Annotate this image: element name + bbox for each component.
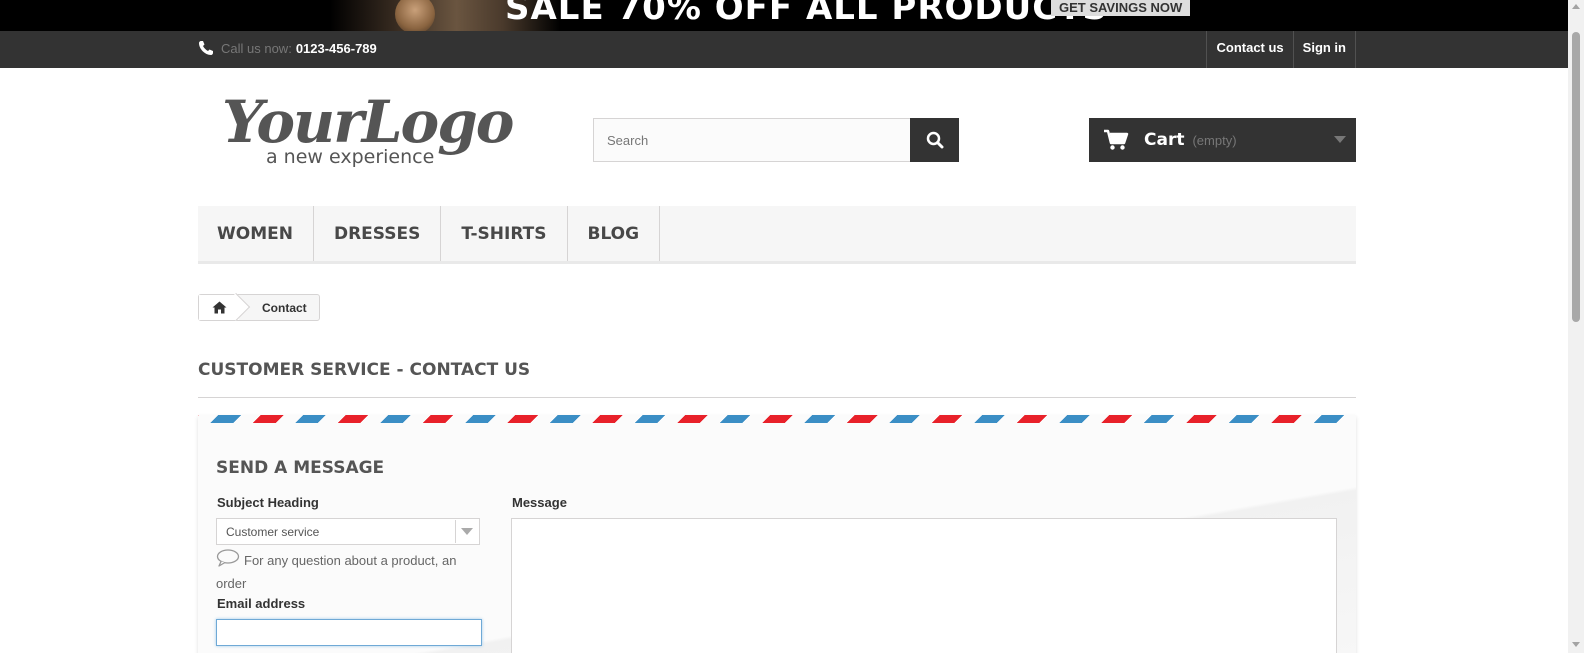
subject-select-value: Customer service xyxy=(226,525,320,539)
site-logo[interactable]: YourLogo a new experience xyxy=(222,88,514,173)
scroll-down-arrow-icon[interactable] xyxy=(1572,642,1580,647)
top-nav-bar: Call us now: 0123-456-789 Contact us Sig… xyxy=(0,31,1568,68)
cart-label: Cart xyxy=(1144,130,1185,150)
menu-item-blog[interactable]: BLOG xyxy=(568,206,661,261)
email-address-label: Email address xyxy=(217,596,306,611)
home-icon xyxy=(212,301,226,314)
breadcrumb: Contact xyxy=(198,294,320,321)
form-title: SEND A MESSAGE xyxy=(216,458,385,478)
phone-info: Call us now: 0123-456-789 xyxy=(198,40,377,56)
menu-item-women[interactable]: WOMEN xyxy=(198,206,314,261)
cart-button[interactable]: Cart (empty) xyxy=(1089,118,1356,162)
account-links: Contact us Sign in xyxy=(1206,31,1356,68)
search-input[interactable] xyxy=(593,118,910,162)
search-icon xyxy=(926,131,943,149)
scrollbar-thumb[interactable] xyxy=(1572,32,1580,322)
page-title: CUSTOMER SERVICE - CONTACT US xyxy=(198,360,1356,398)
cart-status: (empty) xyxy=(1192,132,1237,148)
breadcrumb-home[interactable] xyxy=(199,295,239,320)
get-savings-button[interactable]: GET SAVINGS NOW xyxy=(1051,0,1191,16)
banner-model-image xyxy=(395,0,435,31)
phone-icon xyxy=(199,41,213,55)
message-label: Message xyxy=(512,495,567,510)
shopping-cart-icon xyxy=(1104,129,1129,150)
subject-heading-label: Subject Heading xyxy=(217,495,319,510)
promo-banner[interactable]: SALE 70% OFF ALL PRODUCTS GET SAVINGS NO… xyxy=(0,0,1568,31)
logo-tagline: a new experience xyxy=(266,146,435,168)
subject-select[interactable]: Customer service xyxy=(216,518,480,545)
email-field[interactable] xyxy=(216,619,482,646)
message-textarea[interactable] xyxy=(511,518,1337,653)
page-scrollbar[interactable] xyxy=(1568,0,1584,653)
airmail-border xyxy=(198,415,1356,423)
menu-item-t-shirts[interactable]: T-SHIRTS xyxy=(441,206,568,261)
menu-item-dresses[interactable]: DRESSES xyxy=(314,206,442,261)
scroll-up-arrow-icon[interactable] xyxy=(1572,4,1580,9)
breadcrumb-current: Contact xyxy=(262,300,307,315)
subject-description: For any question about a product, an ord… xyxy=(216,549,466,595)
contact-form: SEND A MESSAGE Subject Heading Customer … xyxy=(198,415,1356,653)
chevron-down-icon xyxy=(1334,136,1346,143)
main-menu: WOMEN DRESSES T-SHIRTS BLOG xyxy=(198,206,1356,264)
chevron-down-icon xyxy=(455,520,478,543)
sign-in-link[interactable]: Sign in xyxy=(1294,31,1356,68)
speech-bubble-icon xyxy=(216,549,240,567)
call-us-label: Call us now: xyxy=(221,40,292,56)
contact-us-link[interactable]: Contact us xyxy=(1207,31,1294,68)
search-button[interactable] xyxy=(910,118,959,162)
search-bar xyxy=(593,118,959,162)
banner-headline: SALE 70% OFF ALL PRODUCTS xyxy=(505,0,1108,28)
subject-description-text: For any question about a product, an ord… xyxy=(216,553,457,591)
phone-number: 0123-456-789 xyxy=(295,40,377,56)
